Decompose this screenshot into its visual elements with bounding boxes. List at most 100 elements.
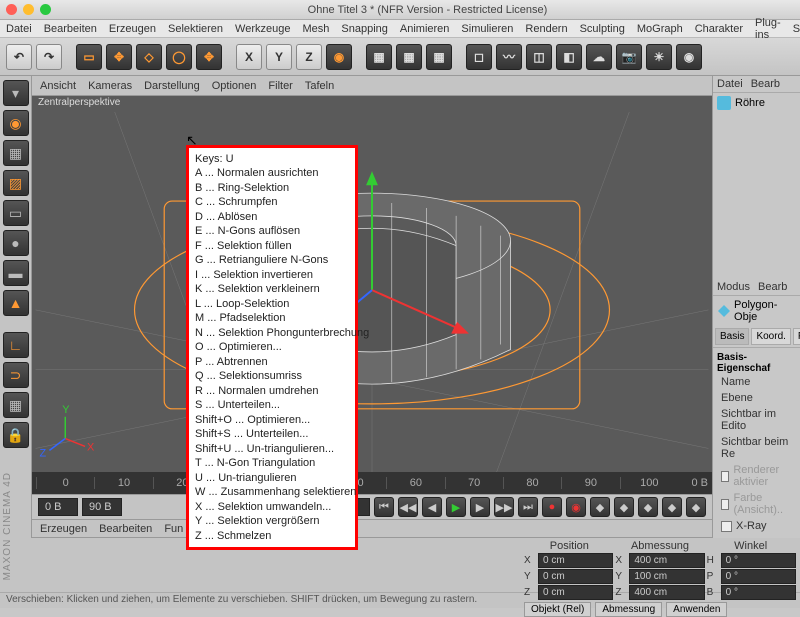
menu-rendern[interactable]: Rendern bbox=[525, 23, 567, 35]
model-mode-button[interactable]: ◉ bbox=[3, 110, 29, 136]
workplane-button[interactable]: ▭ bbox=[3, 200, 29, 226]
objmgr-tab-datei[interactable]: Datei bbox=[717, 78, 743, 90]
key-rot-button[interactable]: ◆ bbox=[662, 497, 682, 517]
close-icon[interactable] bbox=[6, 4, 17, 15]
scale-tool[interactable]: ◇ bbox=[136, 44, 162, 70]
shortcut-item[interactable]: X ... Selektion umwandeln... bbox=[191, 500, 353, 515]
menu-sculpting[interactable]: Sculpting bbox=[580, 23, 625, 35]
attr-tab-modus[interactable]: Modus bbox=[717, 281, 750, 293]
primitive-button[interactable]: ◻ bbox=[466, 44, 492, 70]
menu-mesh[interactable]: Mesh bbox=[302, 23, 329, 35]
magnet-button[interactable]: ⊃ bbox=[3, 362, 29, 388]
keyframe-sel-button[interactable]: ◆ bbox=[590, 497, 610, 517]
shortcut-item[interactable]: L ... Loop-Selektion bbox=[191, 297, 353, 312]
viewport-3d[interactable]: Zentralperspektive bbox=[32, 96, 712, 472]
ang-p-field[interactable]: 0 ° bbox=[721, 569, 796, 584]
menu-werkzeuge[interactable]: Werkzeuge bbox=[235, 23, 290, 35]
shortcut-item[interactable]: M ... Pfadselektion bbox=[191, 311, 353, 326]
menu-plugins[interactable]: Plug-ins bbox=[755, 17, 781, 41]
shortcut-item[interactable]: O ... Optimieren... bbox=[191, 340, 353, 355]
shortcut-item[interactable]: Shift+U ... Un-triangulieren... bbox=[191, 442, 353, 457]
pos-x-field[interactable]: 0 cm bbox=[538, 553, 613, 568]
next-frame-button[interactable]: ▶ bbox=[470, 497, 490, 517]
menu-selektieren[interactable]: Selektieren bbox=[168, 23, 223, 35]
coord-system-button[interactable]: ◉ bbox=[326, 44, 352, 70]
light-button[interactable]: ☀ bbox=[646, 44, 672, 70]
scene-button[interactable]: ◉ bbox=[676, 44, 702, 70]
shortcut-item[interactable]: R ... Normalen umdrehen bbox=[191, 384, 353, 399]
pos-z-field[interactable]: 0 cm bbox=[538, 585, 613, 600]
shortcut-item[interactable]: E ... N-Gons auflösen bbox=[191, 224, 353, 239]
end-frame-field[interactable]: 90 B bbox=[82, 498, 122, 516]
prop-tab-phong[interactable]: P bbox=[793, 328, 800, 345]
render-view-button[interactable]: ▦ bbox=[366, 44, 392, 70]
goto-start-button[interactable]: ⏮ bbox=[374, 497, 394, 517]
render-settings-button[interactable]: ▦ bbox=[426, 44, 452, 70]
undo-button[interactable]: ↶ bbox=[6, 44, 32, 70]
vp-menu-ansicht[interactable]: Ansicht bbox=[40, 80, 76, 92]
camera-button[interactable]: 📷 bbox=[616, 44, 642, 70]
shortcut-item[interactable]: F ... Selektion füllen bbox=[191, 239, 353, 254]
timeline-ruler[interactable]: 0 10 20 30 40 50 60 70 80 90 100 0 B bbox=[32, 472, 712, 494]
key-scale-button[interactable]: ◆ bbox=[638, 497, 658, 517]
texture-mode-button[interactable]: ▨ bbox=[3, 170, 29, 196]
lock-button[interactable]: 🔒 bbox=[3, 422, 29, 448]
environment-button[interactable]: ☁ bbox=[586, 44, 612, 70]
shortcut-item[interactable]: K ... Selektion verkleinern bbox=[191, 282, 353, 297]
shortcut-item[interactable]: A ... Normalen ausrichten bbox=[191, 166, 353, 181]
play-button[interactable]: ▶ bbox=[446, 497, 466, 517]
prop-tab-basis[interactable]: Basis bbox=[715, 328, 749, 345]
color-checkbox[interactable] bbox=[721, 499, 729, 510]
ang-h-field[interactable]: 0 ° bbox=[721, 553, 796, 568]
edge-mode-button[interactable]: ▬ bbox=[3, 260, 29, 286]
prev-key-button[interactable]: ◀◀ bbox=[398, 497, 418, 517]
tab-bearbeiten[interactable]: Bearbeiten bbox=[99, 523, 152, 535]
shortcut-item[interactable]: Z ... Schmelzen bbox=[191, 529, 353, 544]
deformer-button[interactable]: ◧ bbox=[556, 44, 582, 70]
tab-funktion[interactable]: Fun bbox=[164, 523, 183, 535]
goto-end-button[interactable]: ⏭ bbox=[518, 497, 538, 517]
shortcut-item[interactable]: Y ... Selektion vergrößern bbox=[191, 514, 353, 529]
last-tool[interactable]: ✥ bbox=[196, 44, 222, 70]
dim-z-field[interactable]: 400 cm bbox=[629, 585, 704, 600]
menu-erzeugen[interactable]: Erzeugen bbox=[109, 23, 156, 35]
menu-snapping[interactable]: Snapping bbox=[341, 23, 388, 35]
shortcut-item[interactable]: B ... Ring-Selektion bbox=[191, 181, 353, 196]
redo-button[interactable]: ↷ bbox=[36, 44, 62, 70]
coord-apply-button[interactable]: Anwenden bbox=[666, 602, 727, 617]
key-pos-button[interactable]: ◆ bbox=[614, 497, 634, 517]
start-frame-field[interactable]: 0 B bbox=[38, 498, 78, 516]
object-mode-button[interactable]: ▦ bbox=[3, 140, 29, 166]
vp-menu-darstellung[interactable]: Darstellung bbox=[144, 80, 200, 92]
object-tree-item[interactable]: Röhre bbox=[713, 93, 800, 113]
shortcut-item[interactable]: W ... Zusammenhang selektieren bbox=[191, 485, 353, 500]
key-pla-button[interactable]: ◆ bbox=[686, 497, 706, 517]
dim-x-field[interactable]: 400 cm bbox=[629, 553, 704, 568]
shortcut-item[interactable]: C ... Schrumpfen bbox=[191, 195, 353, 210]
shortcut-item[interactable]: Shift+O ... Optimieren... bbox=[191, 413, 353, 428]
shortcut-item[interactable]: U ... Un-triangulieren bbox=[191, 471, 353, 486]
menu-animieren[interactable]: Animieren bbox=[400, 23, 450, 35]
vp-menu-optionen[interactable]: Optionen bbox=[212, 80, 257, 92]
prop-tab-koord[interactable]: Koord. bbox=[751, 328, 790, 345]
vp-menu-tafeln[interactable]: Tafeln bbox=[305, 80, 334, 92]
move-tool[interactable]: ✥ bbox=[106, 44, 132, 70]
vp-menu-kameras[interactable]: Kameras bbox=[88, 80, 132, 92]
shortcut-item[interactable]: Shift+S ... Unterteilen... bbox=[191, 427, 353, 442]
snap-button[interactable]: ▦ bbox=[3, 392, 29, 418]
select-tool[interactable]: ▭ bbox=[76, 44, 102, 70]
record-button[interactable]: ● bbox=[542, 497, 562, 517]
dim-y-field[interactable]: 100 cm bbox=[629, 569, 704, 584]
shortcut-item[interactable]: D ... Ablösen bbox=[191, 210, 353, 225]
next-key-button[interactable]: ▶▶ bbox=[494, 497, 514, 517]
shortcut-item[interactable]: I ... Selektion invertieren bbox=[191, 268, 353, 283]
objmgr-tab-bearbeiten[interactable]: Bearb bbox=[751, 78, 780, 90]
menu-datei[interactable]: Datei bbox=[6, 23, 32, 35]
shortcut-item[interactable]: T ... N-Gon Triangulation bbox=[191, 456, 353, 471]
generator-button[interactable]: ◫ bbox=[526, 44, 552, 70]
spline-button[interactable]: 〰 bbox=[496, 44, 522, 70]
vp-menu-filter[interactable]: Filter bbox=[268, 80, 292, 92]
coord-mode-dropdown[interactable]: Objekt (Rel) bbox=[524, 602, 591, 617]
menu-mograph[interactable]: MoGraph bbox=[637, 23, 683, 35]
shortcut-item[interactable]: S ... Unterteilen... bbox=[191, 398, 353, 413]
